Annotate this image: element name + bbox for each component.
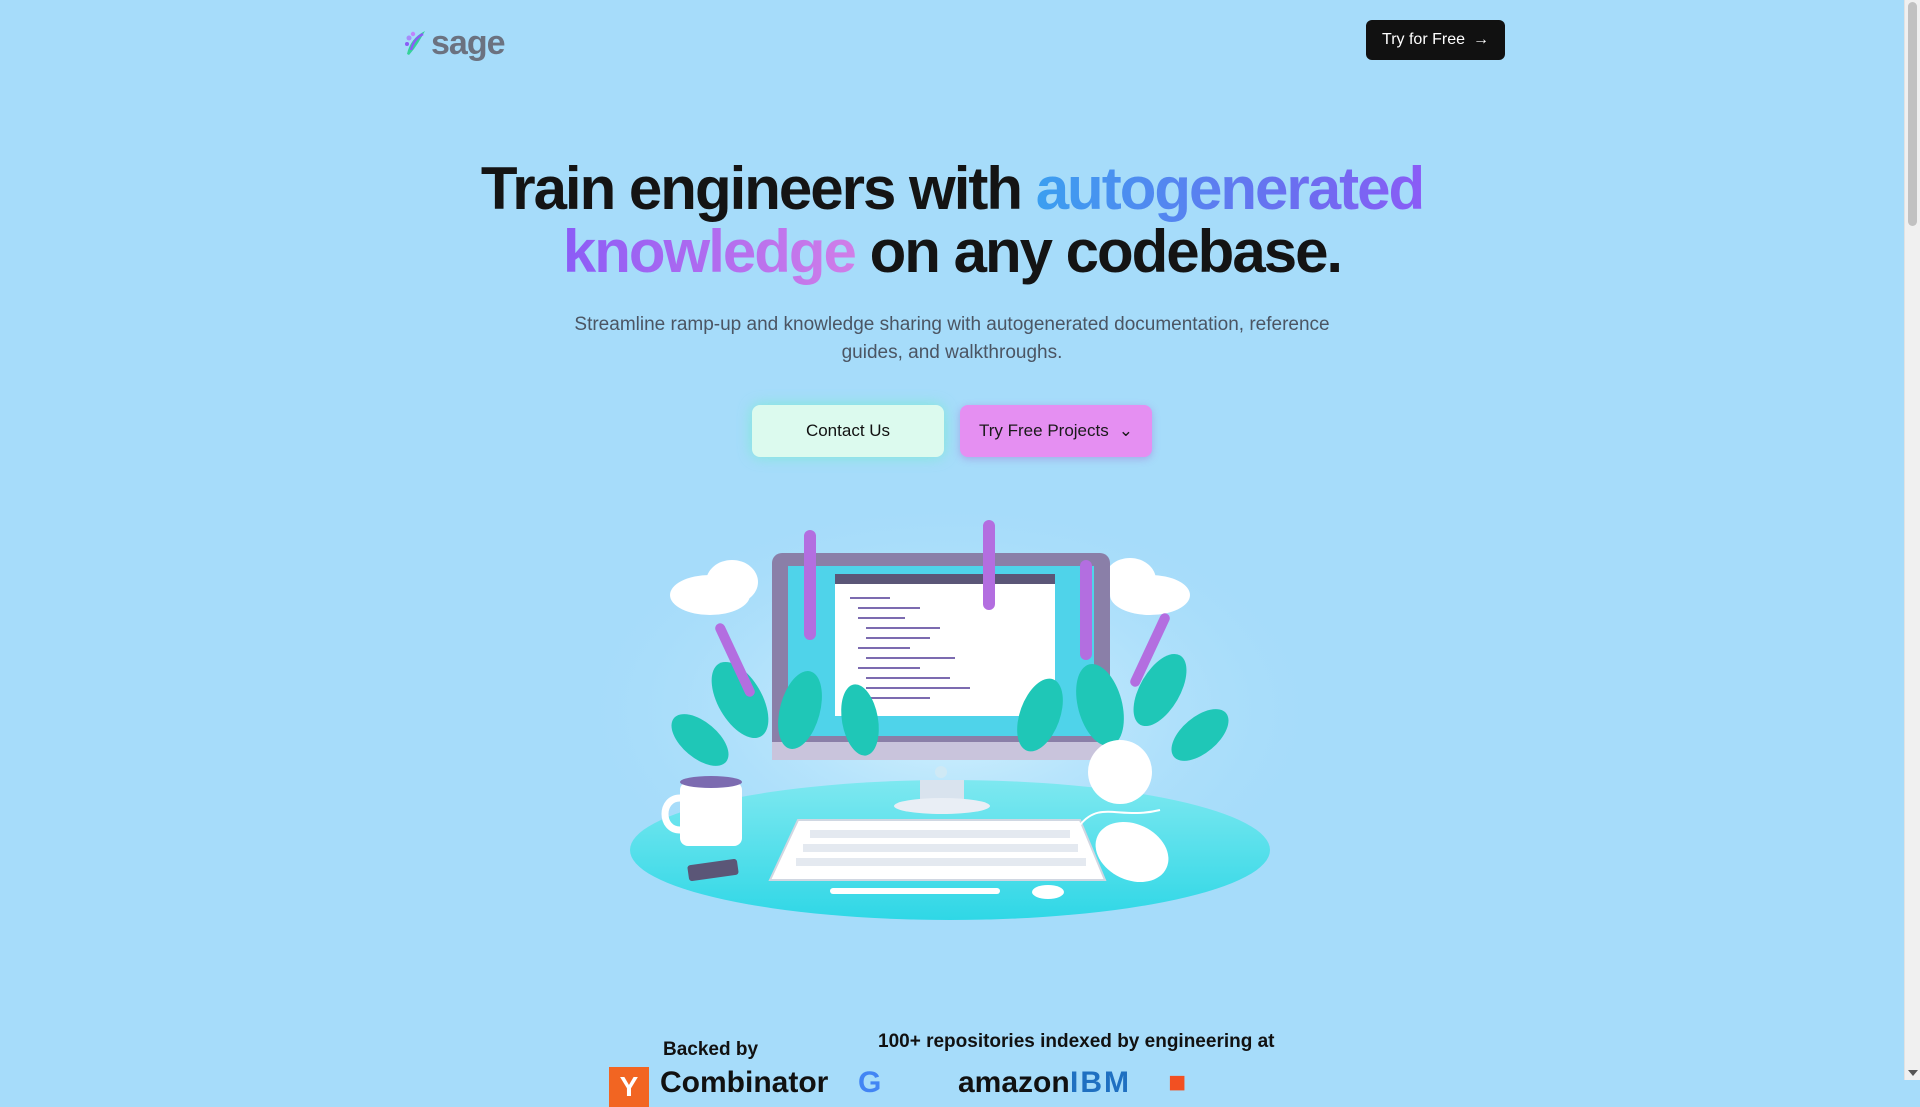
chevron-down-icon: ⌄ <box>1118 421 1133 440</box>
logo-text: sage <box>431 23 505 62</box>
try-free-projects-label: Try Free Projects <box>979 421 1109 440</box>
hero-illustration <box>560 490 1340 930</box>
site-header: sage Try for Free → <box>403 20 1505 80</box>
hero-subheading: Streamline ramp-up and knowledge sharing… <box>574 314 1330 363</box>
microsoft-logo-icon: ■ <box>1168 1066 1187 1099</box>
ibm-logo: IBM <box>1070 1066 1131 1099</box>
scrollbar-thumb[interactable] <box>1908 2 1917 226</box>
contact-us-button[interactable]: Contact Us <box>752 405 944 457</box>
backed-by-label: Backed by <box>663 1039 759 1060</box>
scroll-down-arrow-icon[interactable] <box>1908 1070 1918 1076</box>
lavender-leaf-icon <box>405 31 425 55</box>
hero-actions: Contact Us Try Free Projects ⌄ <box>0 405 1904 457</box>
vertical-scrollbar[interactable] <box>1904 0 1920 1080</box>
backer-name: Combinator <box>660 1066 829 1099</box>
sage-logo[interactable]: sage <box>403 24 505 62</box>
try-for-free-button[interactable]: Try for Free → <box>1366 20 1505 60</box>
y-combinator-logo: Y <box>609 1067 649 1107</box>
arrow-right-icon: → <box>1473 31 1489 48</box>
headline-part2: on any codebase. <box>854 218 1344 285</box>
try-for-free-label: Try for Free <box>1382 31 1465 48</box>
indexed-repos-text: 100+ repositories indexed by engineering… <box>878 1031 1275 1052</box>
headline-highlight-autogenerated: autogenerated <box>1035 155 1425 222</box>
headline-highlight-knowledge: knowledge <box>562 218 857 285</box>
try-free-projects-dropdown[interactable]: Try Free Projects ⌄ <box>960 405 1152 457</box>
hero-headline: Train engineers with autogenerated knowl… <box>0 157 1904 283</box>
amazon-logo: amazon <box>958 1066 1070 1099</box>
headline-part1: Train engineers with <box>480 155 1036 222</box>
google-logo-icon: G <box>858 1066 882 1099</box>
landing-page: sage Try for Free → Train engineers with… <box>0 0 1904 1107</box>
